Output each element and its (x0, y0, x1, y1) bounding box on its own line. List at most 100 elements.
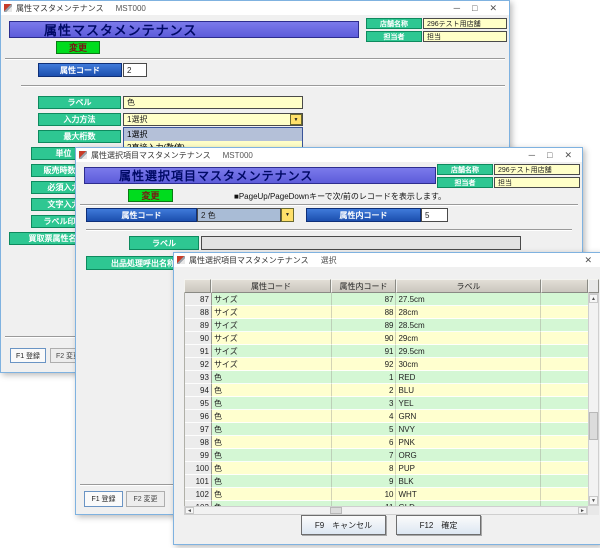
input-method-combo[interactable]: 1選択 (123, 113, 303, 126)
cell-attr-code: 色 (212, 384, 332, 397)
window1-title-code: MST000 (116, 4, 146, 13)
table-row[interactable]: 93色1RED (185, 371, 588, 384)
minimize-icon[interactable]: ─ (529, 150, 535, 161)
cell-attr-code: サイズ (212, 293, 332, 306)
table-row[interactable]: 92サイズ9230cm (185, 358, 588, 371)
cell-extra (541, 293, 588, 306)
input-method-dropdown-icon[interactable]: ▼ (290, 114, 302, 125)
scroll-right-icon[interactable]: ► (578, 507, 587, 514)
table-row[interactable]: 91サイズ9129.5cm (185, 345, 588, 358)
table-row[interactable]: 96色4GRN (185, 410, 588, 423)
table-row[interactable]: 95色3YEL (185, 397, 588, 410)
row-number: 90 (185, 332, 212, 345)
close-icon[interactable]: ✕ (564, 150, 572, 161)
table-row[interactable]: 102色10WHT (185, 488, 588, 501)
cell-inner-code: 92 (332, 358, 397, 371)
scroll-up-icon[interactable]: ▲ (589, 294, 598, 303)
table-row[interactable]: 88サイズ8828cm (185, 306, 588, 319)
table-row[interactable]: 87サイズ8727.5cm (185, 293, 588, 306)
table-row[interactable]: 101色9BLK (185, 475, 588, 488)
row-number: 96 (185, 410, 212, 423)
attr-code-dropdown-icon[interactable]: ▼ (281, 208, 294, 222)
cell-label: BLK (396, 475, 541, 488)
attr-code-value[interactable]: 2 (123, 63, 147, 77)
close-icon[interactable]: ✕ (584, 255, 592, 266)
f9-cancel-button[interactable]: F9 キャンセル (301, 515, 386, 535)
cell-label: GRN (396, 410, 541, 423)
cell-inner-code: 9 (332, 475, 397, 488)
cell-label: 29cm (396, 332, 541, 345)
horizontal-scroll-thumb[interactable] (330, 507, 342, 514)
cell-label: 28.5cm (396, 319, 541, 332)
cell-label: 28cm (396, 306, 541, 319)
cell-attr-code: サイズ (212, 306, 332, 319)
label-field-input[interactable]: 色 (123, 96, 303, 109)
table-row[interactable]: 100色8PUP (185, 462, 588, 475)
header-extra (541, 279, 588, 293)
cell-label: PUP (396, 462, 541, 475)
row-number: 101 (185, 475, 212, 488)
staff-field[interactable]: 担当 (494, 177, 580, 188)
staff-label: 担当者 (366, 31, 422, 42)
max-digits-label: 最大桁数 (38, 130, 121, 143)
row-number: 92 (185, 358, 212, 371)
attr-inner-code-value[interactable]: 5 (421, 208, 448, 222)
f12-confirm-button[interactable]: F12 確定 (396, 515, 481, 535)
cell-label: 30cm (396, 358, 541, 371)
cell-inner-code: 87 (332, 293, 397, 306)
maximize-icon[interactable]: □ (472, 3, 477, 14)
scroll-left-icon[interactable]: ◄ (185, 507, 194, 514)
label-field-input[interactable] (201, 236, 521, 250)
cell-extra (541, 332, 588, 345)
cell-extra (541, 488, 588, 501)
pageup-note: ■PageUp/PageDownキーで次/前のレコードを表示します。 (234, 191, 446, 202)
cell-extra (541, 462, 588, 475)
f2-change-button[interactable]: F2 変更 (126, 491, 165, 507)
cell-attr-code: 色 (212, 410, 332, 423)
cell-attr-code: 色 (212, 436, 332, 449)
table-row[interactable]: 98色6PNK (185, 436, 588, 449)
vertical-scroll-thumb[interactable] (589, 412, 598, 440)
dropdown-item-select[interactable]: 1選択 (124, 128, 302, 141)
maximize-icon[interactable]: □ (547, 150, 552, 161)
header-label: ラベル (396, 279, 541, 293)
cell-label: WHT (396, 488, 541, 501)
minimize-icon[interactable]: ─ (454, 3, 460, 14)
app-icon (4, 4, 12, 12)
f1-register-button[interactable]: F1 登録 (10, 348, 46, 363)
scroll-down-icon[interactable]: ▼ (589, 496, 598, 505)
row-number: 99 (185, 449, 212, 462)
cell-extra (541, 410, 588, 423)
staff-field[interactable]: 担当 (423, 31, 507, 42)
cell-inner-code: 7 (332, 449, 397, 462)
staff-label: 担当者 (437, 177, 493, 188)
window1-titlebar[interactable]: 属性マスタメンテナンス MST000 (1, 1, 509, 15)
close-icon[interactable]: ✕ (489, 3, 497, 14)
cell-inner-code: 89 (332, 319, 397, 332)
window2-titlebar[interactable]: 属性選択項目マスタメンテナンス MST000 (76, 148, 582, 162)
cell-extra (541, 436, 588, 449)
attr-code-combo-value[interactable]: 2 色 (197, 208, 281, 222)
row-number: 95 (185, 397, 212, 410)
row-number: 94 (185, 384, 212, 397)
table-row[interactable]: 94色2BLU (185, 384, 588, 397)
store-name-field[interactable]: 296テスト用店舗 (494, 164, 580, 175)
store-name-field[interactable]: 296テスト用店舗 (423, 18, 507, 29)
window3-titlebar[interactable]: 属性選択項目マスタメンテナンス 選択 (174, 253, 600, 267)
table-row[interactable]: 97色5NVY (185, 423, 588, 436)
f1-register-button[interactable]: F1 登録 (84, 491, 123, 507)
window3-title-code: 選択 (321, 255, 337, 266)
table-row[interactable]: 89サイズ8928.5cm (185, 319, 588, 332)
horizontal-scrollbar[interactable]: ◄ ► (184, 506, 588, 515)
change-mode-button[interactable]: 変更 (128, 189, 173, 202)
cell-attr-code: 色 (212, 475, 332, 488)
table-row[interactable]: 90サイズ9029cm (185, 332, 588, 345)
table-row[interactable]: 99色7ORG (185, 449, 588, 462)
row-number: 87 (185, 293, 212, 306)
cell-inner-code: 88 (332, 306, 397, 319)
cell-extra (541, 475, 588, 488)
cell-inner-code: 2 (332, 384, 397, 397)
change-mode-button[interactable]: 変更 (56, 41, 100, 54)
cell-inner-code: 8 (332, 462, 397, 475)
vertical-scrollbar[interactable]: ▲ ▼ (588, 293, 599, 506)
